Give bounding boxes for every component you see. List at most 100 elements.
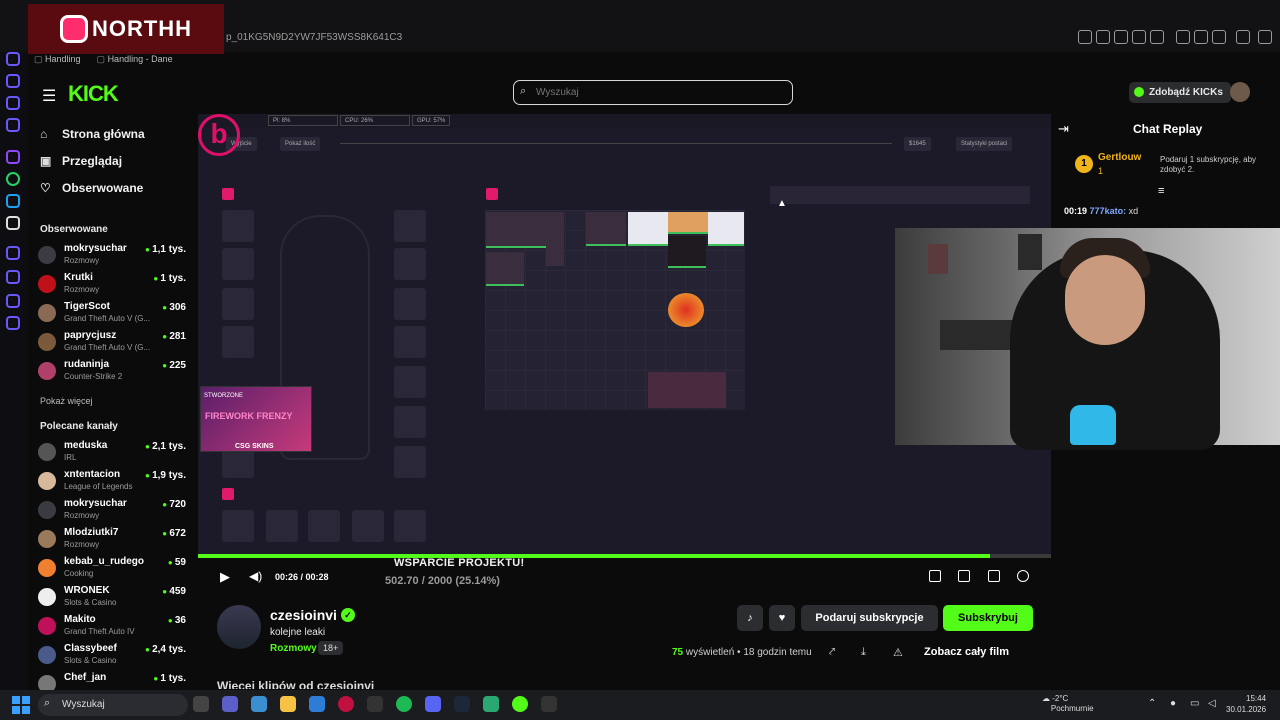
x-icon[interactable] — [6, 216, 20, 230]
sidebar-app-icon[interactable] — [6, 294, 20, 308]
recommended-channel[interactable]: Makito Grand Theft Auto IV 36 — [38, 613, 190, 641]
user-avatar[interactable] — [1230, 82, 1250, 102]
followed-channel[interactable]: TigerScot Grand Theft Auto V (G... 306 — [38, 300, 190, 328]
download-icon[interactable]: ⤓ — [861, 646, 866, 659]
recommended-channel[interactable]: Classybeef Slots & Casino 2,4 tys. — [38, 642, 190, 670]
channel-name[interactable]: czesioinvi — [270, 607, 337, 623]
network-icon[interactable]: ▭ — [1190, 698, 1199, 709]
bookmark-item[interactable]: Handling - Dane — [97, 54, 173, 65]
theater-mode-icon[interactable] — [958, 570, 970, 582]
microphone-icon[interactable]: ● — [1170, 698, 1176, 709]
followed-channel[interactable]: mokrysuchar Rozmowy 1,1 tys. — [38, 242, 190, 270]
hamburger-menu-icon[interactable]: ☰ — [42, 86, 56, 106]
rank-badge: 1 — [1075, 155, 1093, 173]
teams-icon[interactable] — [222, 696, 238, 712]
download-icon[interactable] — [1212, 30, 1226, 44]
follow-heart-button[interactable]: ♥ — [769, 605, 795, 631]
fullscreen-icon[interactable] — [988, 570, 1000, 582]
top-gifter-name[interactable]: Gertlouw — [1098, 152, 1141, 163]
telegram-icon[interactable] — [6, 194, 20, 208]
whatsapp-icon[interactable] — [6, 172, 20, 186]
menu-icon[interactable] — [1258, 30, 1272, 44]
channel-name: TigerScot — [64, 301, 110, 312]
channel-sidebar: ⌂ Strona główna ▣ Przeglądaj ♡ Obserwowane … — [28, 114, 196, 690]
channel-avatar[interactable] — [217, 605, 261, 649]
bell-icon: ♪ — [747, 612, 753, 624]
sidebar-app-icon[interactable] — [6, 246, 20, 260]
home-icon: ⌂ — [40, 127, 48, 141]
store-icon[interactable] — [251, 696, 267, 712]
recommended-channel[interactable]: meduska IRL 2,1 tys. — [38, 439, 190, 467]
recommended-channel[interactable]: mokrysuchar Rozmowy 720 — [38, 497, 190, 525]
get-kicks-button[interactable]: Zdobądź KICKs — [1129, 82, 1231, 103]
collapse-chat-icon[interactable]: ⇥ — [1058, 121, 1069, 137]
sidebar-app-icon[interactable] — [6, 118, 20, 132]
channel-avatar — [38, 617, 56, 635]
settings-icon[interactable] — [6, 316, 20, 330]
address-bar[interactable]: p_01KG5N9D2YW7JF53WSS8K641C3 — [226, 32, 402, 43]
followed-channel[interactable]: Krutki Rozmowy 1 tys. — [38, 271, 190, 299]
kick-logo[interactable]: KICK — [68, 81, 119, 107]
report-icon[interactable]: ⚠ — [893, 646, 903, 659]
gift-sub-button[interactable]: Podaruj subskrypcje — [801, 605, 938, 631]
recommended-channel[interactable]: Chef_jan 1 tys. — [38, 671, 190, 690]
browse-icon: ▣ — [40, 154, 52, 168]
mail-icon[interactable] — [309, 696, 325, 712]
share-icon[interactable]: ⤤ — [829, 646, 835, 659]
sidebar-app-icon[interactable] — [6, 74, 20, 88]
twitch-icon[interactable] — [6, 150, 20, 164]
shield-icon[interactable] — [1114, 30, 1128, 44]
discord-icon[interactable] — [425, 696, 441, 712]
nav-home[interactable]: ⌂ Strona główna — [40, 127, 145, 141]
play-icon[interactable]: ▶ — [220, 569, 230, 585]
show-more-link[interactable]: Pokaż więcej — [40, 396, 93, 406]
app-icon[interactable] — [483, 696, 499, 712]
nav-browse[interactable]: ▣ Przeglądaj — [40, 154, 122, 168]
followed-channel[interactable]: paprycjusz Grand Theft Auto V (G... 281 — [38, 329, 190, 357]
watch-full-button[interactable]: Zobacz cały film — [918, 641, 1015, 663]
volume-icon[interactable]: ◁ — [1208, 698, 1216, 709]
category-link[interactable]: Rozmowy — [270, 643, 317, 654]
file-explorer-icon[interactable] — [280, 696, 296, 712]
system-clock[interactable]: 15:44 30.01.2026 — [1226, 693, 1266, 715]
opera-icon[interactable] — [338, 696, 354, 712]
spotify-icon[interactable] — [396, 696, 412, 712]
bell-button[interactable]: ♪ — [737, 605, 763, 631]
recommended-channel[interactable]: Mlodziutki7 Rozmowy 672 — [38, 526, 190, 554]
app-icon[interactable] — [512, 696, 528, 712]
bookmark-item[interactable]: Handling — [34, 54, 81, 65]
nav-label: Strona główna — [62, 127, 145, 141]
play-icon[interactable] — [1132, 30, 1146, 44]
taskbar-search[interactable]: Wyszukaj — [38, 694, 188, 716]
recommended-channel[interactable]: xntentacion League of Legends 1,9 tys. — [38, 468, 190, 496]
chevron-up-icon[interactable]: ⌃ — [1148, 698, 1156, 709]
bookmark-icon[interactable] — [1078, 30, 1092, 44]
windows-start-icon[interactable] — [12, 696, 30, 714]
weather-widget[interactable]: ☁ -2°C Pochmurnie — [1042, 694, 1094, 714]
chat-message: 00:19 777kato: xd — [1064, 206, 1138, 216]
pip-icon[interactable] — [929, 570, 941, 582]
app-icon[interactable] — [367, 696, 383, 712]
steam-icon[interactable] — [454, 696, 470, 712]
sidebar-app-icon[interactable] — [6, 52, 20, 66]
volume-icon[interactable]: ◀) — [249, 569, 262, 583]
nav-following[interactable]: ♡ Obserwowane — [40, 181, 143, 195]
cube-icon[interactable] — [1194, 30, 1208, 44]
sidebar-app-icon[interactable] — [6, 270, 20, 284]
tab-icon[interactable] — [1096, 30, 1110, 44]
settings-icon[interactable] — [1017, 570, 1029, 582]
task-view-icon[interactable] — [193, 696, 209, 712]
subscribe-button[interactable]: Subskrybuj — [943, 605, 1033, 631]
heart-icon[interactable] — [1150, 30, 1164, 44]
ai-icon[interactable] — [1236, 30, 1250, 44]
sidebar-app-icon[interactable] — [6, 96, 20, 110]
chat-filter-icon[interactable]: ≡ — [1158, 185, 1164, 197]
followed-channel[interactable]: rudaninja Counter-Strike 2 225 — [38, 358, 190, 386]
search-input[interactable] — [513, 80, 793, 105]
extensions-icon[interactable] — [1176, 30, 1190, 44]
app-icon[interactable] — [541, 696, 557, 712]
message-user[interactable]: 777kato: — [1090, 206, 1127, 216]
channel-name: Classybeef — [64, 643, 117, 654]
recommended-channel[interactable]: kebab_u_rudego Cooking 59 — [38, 555, 190, 583]
recommended-channel[interactable]: WRONEK Slots & Casino 459 — [38, 584, 190, 612]
